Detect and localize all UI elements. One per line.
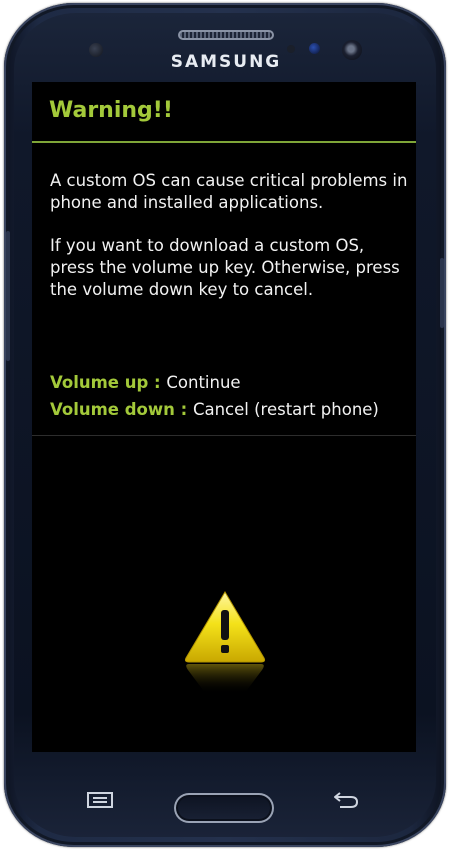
dialog-title: Warning!! [49,98,173,123]
title-divider [32,141,416,143]
option-key-label: Volume up [50,373,149,392]
option-separator: : [174,400,193,419]
warning-triangle-icon [184,591,266,694]
option-action: Continue [166,373,241,392]
volume-key[interactable] [6,231,10,361]
instruction-message: If you want to download a custom OS, pre… [50,236,400,299]
option-volume-down: Volume down : Cancel (restart phone) [50,399,379,421]
option-action: Cancel (restart phone) [192,400,379,419]
options-divider [32,435,416,436]
home-button[interactable] [174,793,274,823]
option-separator: : [148,373,167,392]
back-icon[interactable] [332,788,360,810]
warning-message: A custom OS can cause critical problems … [50,171,408,212]
power-key[interactable] [440,258,444,328]
option-volume-up: Volume up : Continue [50,372,241,394]
menu-icon[interactable] [87,790,113,810]
brand-logo: SAMSUNG [170,52,282,72]
screen: Warning!! A custom OS can cause critical… [32,82,416,752]
earpiece-speaker [178,30,274,40]
option-key-label: Volume down [50,400,175,419]
